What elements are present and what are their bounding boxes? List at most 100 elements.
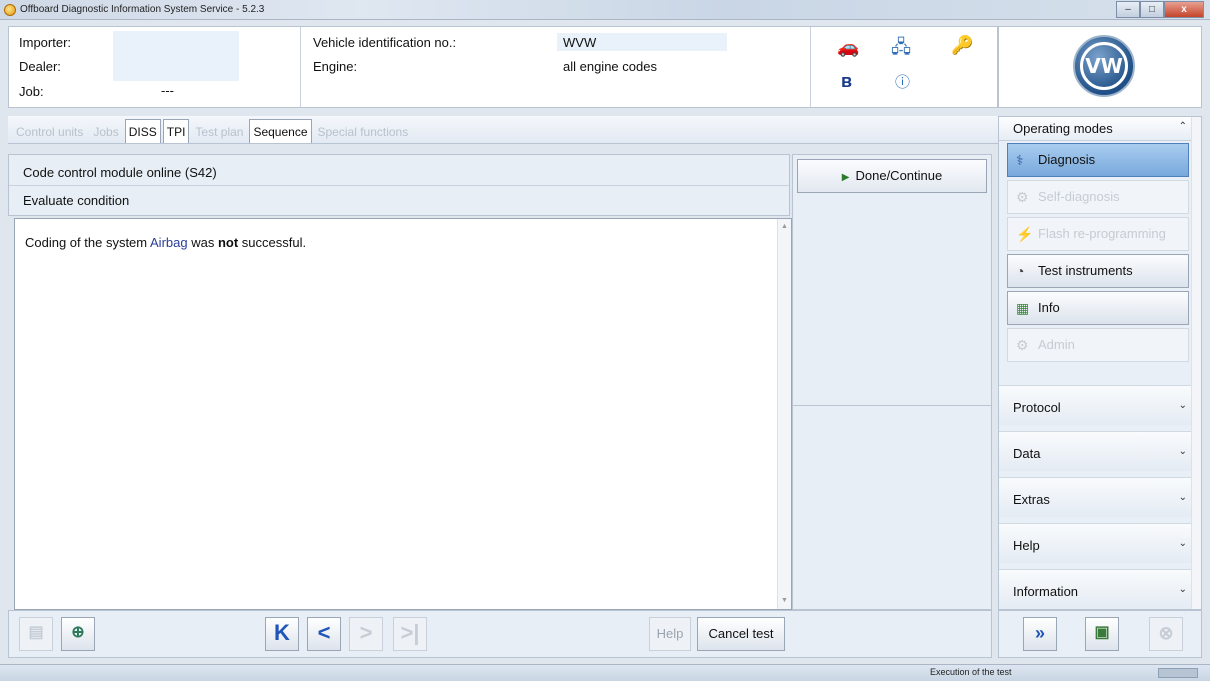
chevron-down-icon: ⌄ — [1178, 446, 1187, 457]
section-protocol[interactable]: Protocol ⌄ — [999, 385, 1201, 425]
window-controls: – □ x — [1116, 1, 1204, 18]
section-help-label: Help — [1013, 538, 1040, 553]
tab-bar: Control units Jobs DISS TPI Test plan Se… — [8, 116, 998, 144]
screenshot-button[interactable]: ▣ — [1085, 617, 1119, 651]
double-chevron-right-icon: » — [1034, 623, 1045, 643]
message-mid: was — [187, 235, 218, 250]
document-button[interactable]: ▤ — [19, 617, 53, 651]
importer-label: Importer: — [19, 35, 72, 50]
sidebar-scrollbar[interactable] — [1191, 117, 1201, 609]
done-continue-button[interactable]: ▶ Done/Continue — [797, 159, 987, 193]
mode-admin-label: Admin — [1038, 337, 1075, 352]
status-indicator — [1158, 668, 1198, 678]
mode-info-label: Info — [1038, 300, 1060, 315]
step-title: Code control module online (S42) — [23, 165, 217, 180]
message-prefix: Coding of the system — [25, 235, 151, 250]
dealer-label: Dealer: — [19, 59, 61, 74]
message-system: Airbag — [150, 235, 188, 250]
chevron-down-icon: ⌄ — [1178, 492, 1187, 503]
previous-step-button[interactable]: < — [307, 617, 341, 651]
mode-info-button[interactable]: ▦ Info — [1007, 291, 1189, 325]
zoom-document-button[interactable]: ⊕ — [61, 617, 95, 651]
section-data[interactable]: Data ⌄ — [999, 431, 1201, 471]
flash-icon: ⚡ — [1016, 226, 1034, 242]
vin-value: WVW — [563, 35, 597, 50]
mode-test-instruments-label: Test instruments — [1038, 263, 1133, 278]
vehicle-info: Vehicle identification no.: Engine: WVW … — [301, 27, 811, 107]
maximize-button[interactable]: □ — [1140, 1, 1164, 18]
admin-icon: ⚙ — [1016, 337, 1029, 353]
engine-value: all engine codes — [563, 59, 657, 74]
help-button[interactable]: Help — [649, 617, 691, 651]
sidebar-toolbar: » ▣ ⊗ — [998, 610, 1202, 658]
status-bar: Execution of the test — [0, 664, 1210, 681]
step-subtitle: Evaluate condition — [23, 193, 130, 208]
message-scrollbar[interactable]: ▲ ▼ — [777, 219, 791, 609]
step-header: Code control module online (S42) Evaluat… — [8, 154, 790, 216]
message-emphasis: not — [217, 235, 239, 250]
tab-jobs[interactable]: Jobs — [89, 119, 122, 143]
message-area: Coding of the system Airbag was not succ… — [14, 218, 792, 610]
tab-control-units[interactable]: Control units — [12, 119, 87, 143]
vehicle-icon: 🚗 — [837, 37, 860, 57]
mode-diagnosis-button[interactable]: ⚕ Diagnosis — [1007, 143, 1189, 177]
tab-tpi[interactable]: TPI — [162, 119, 190, 143]
window-title: Offboard Diagnostic Information System S… — [20, 4, 265, 15]
message-suffix: successful. — [238, 235, 307, 250]
stethoscope-icon: ⚕ — [1016, 152, 1024, 168]
done-continue-label: Done/Continue — [855, 168, 943, 183]
section-help[interactable]: Help ⌄ — [999, 523, 1201, 563]
tab-special-functions[interactable]: Special functions — [314, 119, 413, 143]
document-icon: ▤ — [28, 624, 44, 641]
title-bar: Offboard Diagnostic Information System S… — [0, 0, 1210, 20]
vw-logo: VW — [1073, 35, 1135, 97]
network-icon: 🖧 — [891, 37, 912, 57]
step-header-divider — [9, 185, 789, 186]
next-step-button[interactable]: > — [349, 617, 383, 651]
engine-label: Engine: — [313, 59, 358, 74]
self-diagnosis-icon: ⚙ — [1016, 189, 1029, 205]
mode-test-instruments-button[interactable]: ◔ Test instruments — [1007, 254, 1189, 288]
cancel-test-button[interactable]: Cancel test — [697, 617, 785, 651]
operating-modes-header[interactable]: Operating modes ⌃ — [999, 117, 1201, 141]
books-icon: ▦ — [1016, 300, 1030, 316]
action-panel: ▶ Done/Continue — [792, 154, 992, 610]
mode-self-diagnosis-button[interactable]: ⚙ Self-diagnosis — [1007, 180, 1189, 214]
chevron-down-icon: ⌄ — [1178, 538, 1187, 549]
status-text: Execution of the test — [930, 667, 1012, 677]
gauge-icon: ◔ — [1016, 263, 1025, 279]
vw-logo-mark: VW — [1080, 42, 1128, 90]
mode-diagnosis-label: Diagnosis — [1038, 152, 1096, 167]
first-step-button[interactable]: K — [265, 617, 299, 651]
brand-logo-area: VW — [998, 26, 1202, 108]
zoom-document-icon: ⊕ — [71, 624, 85, 641]
section-protocol-label: Protocol — [1013, 400, 1061, 415]
connection-status: 🚗 🖧 🔑 ʙ ⓘ — [811, 27, 999, 107]
forward-button[interactable]: » — [1023, 617, 1057, 651]
job-value: --- — [161, 83, 174, 98]
vehicle-info-header: Importer: Dealer: Job: --- Vehicle ident… — [8, 26, 998, 108]
mode-flash-label: Flash re-programming — [1038, 226, 1166, 241]
section-extras[interactable]: Extras ⌄ — [999, 477, 1201, 517]
minimize-button[interactable]: – — [1116, 1, 1140, 18]
section-data-label: Data — [1013, 446, 1041, 461]
mode-flash-button[interactable]: ⚡ Flash re-programming — [1007, 217, 1189, 251]
stop-icon: ⊗ — [1158, 623, 1174, 643]
key-icon: 🔑 — [951, 35, 974, 55]
bottom-toolbar: ▤ ⊕ K < > >| Help Cancel test — [8, 610, 992, 658]
last-step-button[interactable]: >| — [393, 617, 427, 651]
sidebar: Operating modes ⌃ ⚕ Diagnosis ⚙ Self-diagn… — [998, 116, 1202, 610]
section-extras-label: Extras — [1013, 492, 1050, 507]
dealer-info: Importer: Dealer: Job: --- — [9, 27, 301, 107]
close-button[interactable]: x — [1164, 1, 1204, 18]
section-information[interactable]: Information ⌄ — [999, 569, 1201, 609]
frame-icon: ▣ — [1094, 624, 1110, 641]
tab-test-plan[interactable]: Test plan — [191, 119, 247, 143]
scroll-down-icon[interactable]: ▼ — [781, 597, 788, 604]
tab-diss[interactable]: DISS — [124, 119, 161, 143]
tab-sequence[interactable]: Sequence — [249, 119, 312, 143]
scroll-up-icon[interactable]: ▲ — [781, 223, 788, 230]
stop-button[interactable]: ⊗ — [1149, 617, 1183, 651]
chevron-down-icon: ⌄ — [1178, 400, 1187, 411]
mode-admin-button[interactable]: ⚙ Admin — [1007, 328, 1189, 362]
